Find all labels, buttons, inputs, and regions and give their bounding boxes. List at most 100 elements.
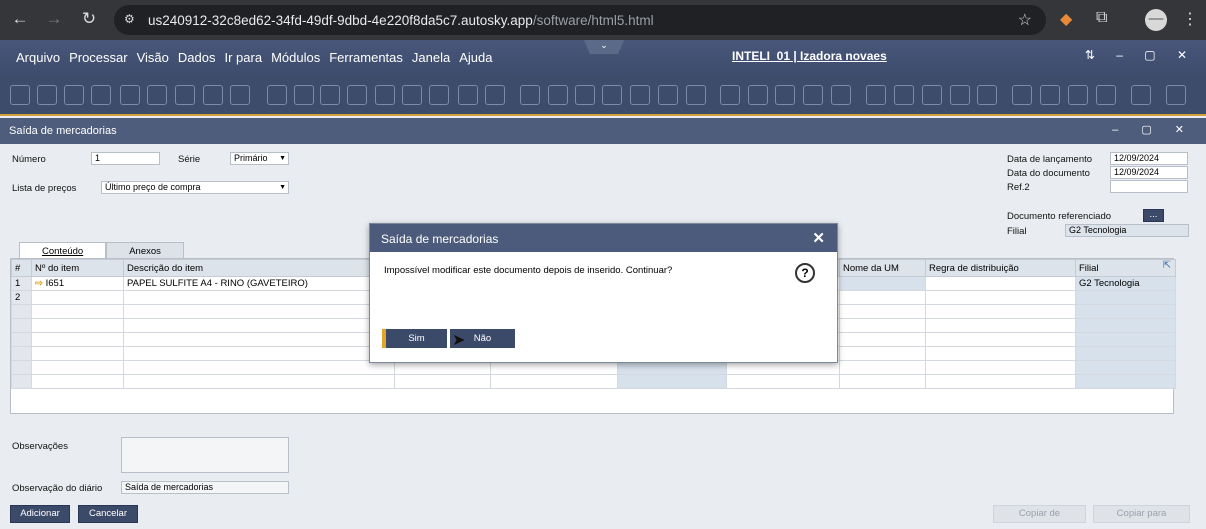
- column-header[interactable]: Nome da UM: [839, 259, 926, 277]
- link-arrow-icon[interactable]: ⇨: [35, 278, 46, 289]
- grid-cell[interactable]: [925, 346, 1076, 361]
- grid-cell[interactable]: [726, 374, 840, 389]
- toolbar-button-icon-18[interactable]: [520, 85, 540, 105]
- grid-cell[interactable]: [123, 374, 395, 389]
- toolbar-button-icon-27[interactable]: [775, 85, 795, 105]
- toolbar-button-icon-30[interactable]: [866, 85, 886, 105]
- toolbar-button-icon-21[interactable]: [602, 85, 622, 105]
- grid-cell[interactable]: [925, 374, 1076, 389]
- grid-cell[interactable]: [839, 360, 926, 375]
- toolbar-button-icon-28[interactable]: [803, 85, 823, 105]
- toolbar-button-icon-26[interactable]: [748, 85, 768, 105]
- toolbar-button-icon-29[interactable]: [831, 85, 851, 105]
- yes-button[interactable]: Sim: [382, 329, 447, 348]
- company-label[interactable]: INTELI_01 | Izadora novaes: [732, 49, 887, 63]
- toolbar-button-icon-35[interactable]: [1012, 85, 1032, 105]
- toolbar-button-icon-6[interactable]: [175, 85, 195, 105]
- copy-from-button[interactable]: Copiar de: [993, 505, 1086, 523]
- grid-cell[interactable]: [1075, 360, 1176, 375]
- toolbar-button-icon-25[interactable]: [720, 85, 740, 105]
- grid-cell[interactable]: [925, 304, 1076, 319]
- toolbar-button-icon-17[interactable]: [485, 85, 505, 105]
- profile-avatar[interactable]: —: [1145, 9, 1167, 31]
- toolbar-button-icon-24[interactable]: [686, 85, 706, 105]
- browser-menu-icon[interactable]: ⋮: [1182, 9, 1198, 29]
- toolbar-button-icon-11[interactable]: [320, 85, 340, 105]
- grid-cell[interactable]: [925, 290, 1076, 305]
- menu-item-5[interactable]: Módulos: [271, 50, 320, 65]
- app-window-controls[interactable]: ⇅ – ▢ ✕: [1085, 48, 1196, 62]
- item-code-cell[interactable]: [31, 290, 124, 305]
- toolbar-button-icon-38[interactable]: [1096, 85, 1116, 105]
- menu-item-1[interactable]: Processar: [69, 50, 128, 65]
- item-description-cell[interactable]: PAPEL SULFITE A4 - RINO (GAVETEIRO): [123, 276, 395, 291]
- grid-cell[interactable]: [31, 374, 124, 389]
- grid-cell[interactable]: [1075, 374, 1176, 389]
- toolbar-button-icon-0[interactable]: [10, 85, 30, 105]
- toolbar-button-icon-7[interactable]: [203, 85, 223, 105]
- grid-cell[interactable]: [925, 318, 1076, 333]
- grid-cell[interactable]: [1075, 332, 1176, 347]
- toolbar-button-icon-20[interactable]: [575, 85, 595, 105]
- serie-select[interactable]: Primário: [230, 152, 289, 165]
- toolbar-button-icon-19[interactable]: [548, 85, 568, 105]
- menu-item-0[interactable]: Arquivo: [16, 50, 60, 65]
- numero-field[interactable]: 1: [91, 152, 160, 165]
- expand-grid-icon[interactable]: ⇱: [1163, 260, 1171, 271]
- grid-cell[interactable]: [123, 360, 395, 375]
- grid-cell[interactable]: [31, 360, 124, 375]
- tab-conteudo[interactable]: Conteúdo: [19, 242, 107, 258]
- toolbar-button-icon-1[interactable]: [37, 85, 57, 105]
- address-bar[interactable]: ⚙ us240912-32c8ed62-34fd-49df-9dbd-4e220…: [114, 5, 1046, 35]
- menu-item-8[interactable]: Ajuda: [459, 50, 492, 65]
- toolbar-button-icon-3[interactable]: [91, 85, 111, 105]
- toolbar-button-icon-2[interactable]: [64, 85, 84, 105]
- toolbar-button-icon-8[interactable]: [230, 85, 250, 105]
- reload-icon[interactable]: ↻: [78, 9, 100, 29]
- grid-cell[interactable]: [839, 290, 926, 305]
- toolbar-button-icon-34[interactable]: [977, 85, 997, 105]
- metamask-extension-icon[interactable]: ◆: [1060, 9, 1072, 29]
- toolbar-button-icon-40[interactable]: [1166, 85, 1186, 105]
- toolbar-button-icon-5[interactable]: [147, 85, 167, 105]
- grid-cell[interactable]: [839, 318, 926, 333]
- grid-cell[interactable]: [839, 332, 926, 347]
- grid-cell[interactable]: [925, 276, 1076, 291]
- grid-cell[interactable]: [31, 332, 124, 347]
- data-lancamento-field[interactable]: 12/09/2024: [1110, 152, 1188, 165]
- toolbar-button-icon-33[interactable]: [950, 85, 970, 105]
- grid-cell[interactable]: [1075, 346, 1176, 361]
- column-header[interactable]: Regra de distribuição: [925, 259, 1076, 277]
- table-row[interactable]: [11, 374, 1176, 389]
- filial-cell[interactable]: G2 Tecnologia: [1075, 276, 1176, 291]
- grid-cell[interactable]: [839, 276, 926, 291]
- toolbar-button-icon-36[interactable]: [1040, 85, 1060, 105]
- collapse-icon[interactable]: ⌄: [584, 40, 624, 54]
- grid-cell[interactable]: [490, 374, 618, 389]
- doc-referenciado-button[interactable]: ...: [1143, 209, 1164, 222]
- toolbar-button-icon-32[interactable]: [922, 85, 942, 105]
- column-header[interactable]: Filial: [1075, 259, 1176, 277]
- data-documento-field[interactable]: 12/09/2024: [1110, 166, 1188, 179]
- column-header[interactable]: Nº do item: [31, 259, 124, 277]
- grid-cell[interactable]: [123, 318, 395, 333]
- tab-anexos[interactable]: Anexos: [106, 242, 184, 258]
- toolbar-button-icon-12[interactable]: [347, 85, 367, 105]
- grid-cell[interactable]: [839, 304, 926, 319]
- item-description-cell[interactable]: [123, 290, 395, 305]
- back-icon[interactable]: ←: [9, 9, 31, 29]
- toolbar-button-icon-9[interactable]: [267, 85, 287, 105]
- add-button[interactable]: Adicionar: [10, 505, 70, 523]
- extensions-icon[interactable]: ⧉: [1096, 9, 1107, 27]
- menu-item-7[interactable]: Janela: [412, 50, 450, 65]
- toolbar-button-icon-14[interactable]: [402, 85, 422, 105]
- toolbar-button-icon-39[interactable]: [1131, 85, 1151, 105]
- grid-cell[interactable]: [31, 346, 124, 361]
- menu-item-4[interactable]: Ir para: [224, 50, 262, 65]
- grid-cell[interactable]: [839, 374, 926, 389]
- grid-cell[interactable]: [394, 374, 491, 389]
- column-header[interactable]: Descrição do item: [123, 259, 395, 277]
- lista-precos-select[interactable]: Último preço de compra: [101, 181, 289, 194]
- toolbar-button-icon-10[interactable]: [294, 85, 314, 105]
- column-header[interactable]: #: [11, 259, 32, 277]
